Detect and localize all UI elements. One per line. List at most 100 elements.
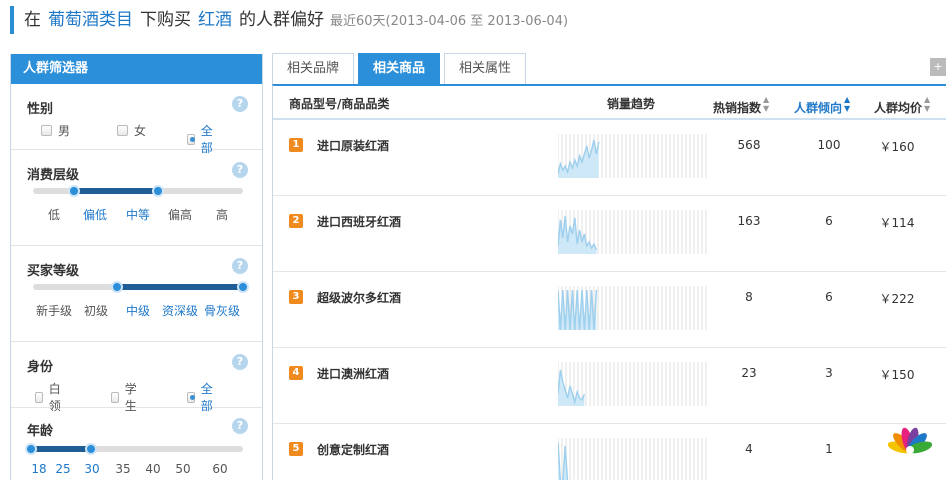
checkbox-checked-icon	[187, 133, 195, 145]
cell-hot: 4	[745, 442, 753, 456]
cell-tendency: 1	[825, 442, 833, 456]
header-keyword[interactable]: 红酒	[198, 6, 232, 34]
cell-price: ￥114	[879, 216, 915, 230]
filter-panel-title: 人群筛选器	[11, 54, 262, 84]
column-header-tendency[interactable]: 人群倾向▲ ▼	[794, 95, 850, 116]
product-name[interactable]: 超级波尔多红酒	[317, 289, 401, 306]
slider-handle-max[interactable]	[85, 443, 97, 455]
cell-hot: 568	[737, 138, 761, 152]
page-header: 在 葡萄酒类目 下购买 红酒 的人群偏好 最近60天(2013-04-06 至 …	[10, 6, 568, 34]
rank-badge: 5	[289, 442, 303, 456]
product-name[interactable]: 进口原装红酒	[317, 137, 389, 154]
tick-label: 资深级	[161, 304, 199, 318]
tab-related-brands[interactable]: 相关品牌	[272, 53, 355, 84]
cell-hot: 163	[737, 214, 761, 228]
checkbox-icon	[41, 125, 52, 136]
column-header-trend: 销量趋势	[607, 97, 656, 111]
header-category[interactable]: 葡萄酒类目	[48, 6, 133, 34]
tick-label: 35	[115, 462, 131, 476]
sort-arrow-icon: ▲ ▼	[763, 95, 770, 113]
checkbox-icon	[111, 391, 119, 403]
consumption-level-label: 消费层级	[27, 168, 80, 183]
tick-label: 中等	[125, 208, 151, 222]
buyer-level-slider[interactable]	[33, 281, 249, 293]
cell-price: ￥222	[879, 292, 915, 306]
help-icon[interactable]: ?	[232, 96, 248, 112]
age-slider[interactable]	[25, 443, 243, 455]
tick-label: 骨灰级	[203, 304, 241, 318]
slider-handle-min[interactable]	[25, 443, 37, 455]
table-row[interactable]: 3 超级波尔多红酒 8 6 ￥222	[273, 272, 946, 348]
column-header-avg-price[interactable]: 人群均价▲ ▼	[874, 95, 930, 116]
tab-related-attributes[interactable]: 相关属性	[444, 53, 527, 84]
checkbox-icon	[35, 391, 43, 403]
header-date-range: 最近60天(2013-04-06 至 2013-06-04)	[330, 14, 569, 29]
tick-label: 偏高	[167, 208, 193, 222]
result-tabs: 相关品牌 相关商品 相关属性	[272, 53, 530, 84]
sales-trend-sparkline	[558, 438, 708, 480]
column-header-hot-index[interactable]: 热销指数▲ ▼	[713, 95, 769, 116]
help-icon[interactable]: ?	[232, 418, 248, 434]
crowd-filter-panel: 人群筛选器 性别 ? 男 女 全部 消费层级 ? 低 偏低 中等 偏高 高 买家…	[10, 54, 263, 480]
table-row[interactable]: 4 进口澳洲红酒 23 3 ￥150	[273, 348, 946, 424]
consumption-level-ticks: 低 偏低 中等 偏高 高	[11, 206, 262, 222]
slider-handle-min[interactable]	[68, 185, 80, 197]
column-header-product: 商品型号/商品品类	[289, 97, 390, 111]
checkbox-checked-icon	[187, 391, 195, 403]
tick-label: 40	[145, 462, 161, 476]
buyer-level-label: 买家等级	[27, 264, 80, 279]
buyer-level-filter: 买家等级 ? 新手级 初级 中级 资深级 骨灰级	[11, 246, 262, 342]
tick-label: 18	[31, 462, 47, 476]
identity-label: 身份	[27, 360, 54, 375]
table-header: 商品型号/商品品类 销量趋势 热销指数▲ ▼ 人群倾向▲ ▼ 人群均价▲ ▼	[273, 86, 946, 120]
tick-label: 初级	[83, 304, 109, 318]
tick-label: 50	[175, 462, 191, 476]
slider-handle-max[interactable]	[152, 185, 164, 197]
slider-handle-min[interactable]	[111, 281, 123, 293]
buyer-level-ticks: 新手级 初级 中级 资深级 骨灰级	[11, 302, 262, 318]
rank-badge: 4	[289, 366, 303, 380]
product-name[interactable]: 进口澳洲红酒	[317, 365, 389, 382]
table-row[interactable]: 5 创意定制红酒 4 1	[273, 424, 946, 480]
more-tabs-button[interactable]: +	[930, 58, 946, 76]
sales-trend-sparkline	[558, 286, 708, 330]
help-icon[interactable]: ?	[232, 354, 248, 370]
age-label: 年龄	[27, 424, 54, 439]
sort-arrow-icon: ▲ ▼	[924, 95, 931, 113]
tick-label: 25	[55, 462, 71, 476]
tick-label: 高	[215, 208, 229, 222]
cell-hot: 23	[741, 366, 757, 380]
help-icon[interactable]: ?	[232, 162, 248, 178]
consumption-level-slider[interactable]	[33, 185, 243, 197]
tick-label: 低	[47, 208, 61, 222]
tab-related-products[interactable]: 相关商品	[358, 53, 441, 84]
age-ticks: 18 25 30 35 40 50 60	[11, 462, 262, 476]
help-icon[interactable]: ?	[232, 258, 248, 274]
slider-handle-max[interactable]	[237, 281, 249, 293]
product-name[interactable]: 创意定制红酒	[317, 441, 389, 458]
gender-filter: 性别 ? 男 女 全部	[11, 84, 262, 155]
gender-option-female[interactable]: 女	[117, 122, 146, 139]
sales-trend-sparkline	[558, 210, 708, 254]
header-prefix: 在	[24, 10, 41, 30]
product-name[interactable]: 进口西班牙红酒	[317, 213, 401, 230]
cell-price: ￥160	[879, 140, 915, 154]
table-row[interactable]: 1 进口原装红酒 568 100 ￥160	[273, 120, 946, 196]
sort-arrow-icon: ▲ ▼	[844, 95, 851, 113]
tick-label: 偏低	[82, 208, 108, 222]
tick-label: 30	[84, 462, 100, 476]
age-filter: 年龄 ? 18 25 30 35 40 50 60	[11, 408, 262, 480]
checkbox-icon	[117, 125, 128, 136]
sales-trend-sparkline	[558, 134, 708, 178]
slider-range-fill	[117, 284, 243, 290]
sales-trend-sparkline	[558, 362, 708, 406]
tick-label: 60	[212, 462, 228, 476]
header-middle: 下购买	[140, 10, 191, 30]
slider-range-fill	[74, 188, 158, 194]
cell-hot: 8	[745, 290, 753, 304]
gender-option-male[interactable]: 男	[41, 122, 70, 139]
identity-filter: 身份 ? 白领 学生 全部	[11, 342, 262, 413]
tick-label: 中级	[125, 304, 151, 318]
products-table: 商品型号/商品品类 销量趋势 热销指数▲ ▼ 人群倾向▲ ▼ 人群均价▲ ▼ 1 进口原…	[272, 84, 946, 480]
table-row[interactable]: 2 进口西班牙红酒 163 6 ￥114	[273, 196, 946, 272]
